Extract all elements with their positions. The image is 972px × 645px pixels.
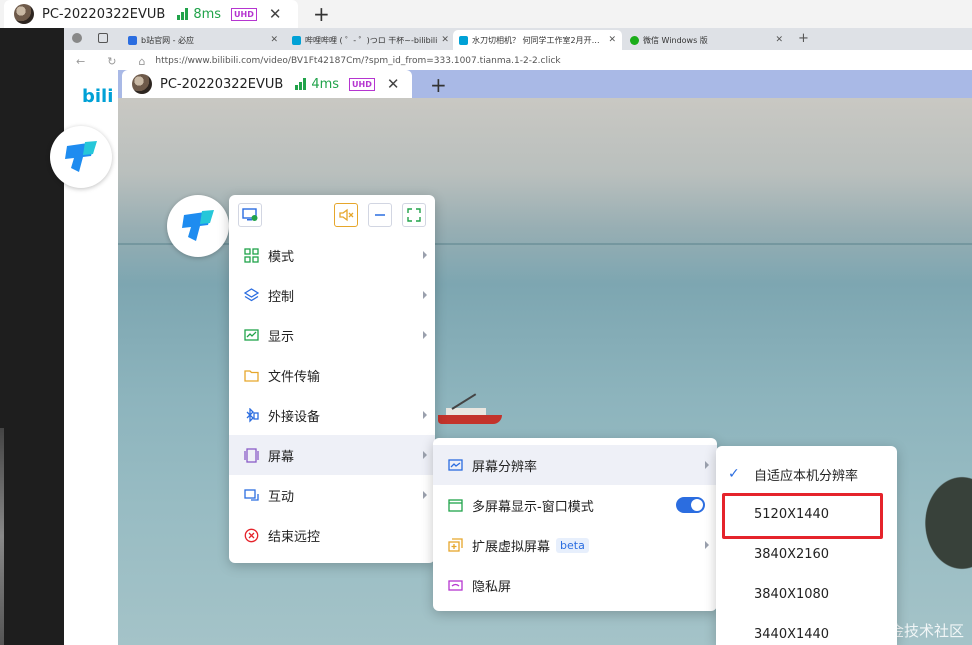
- close-icon[interactable]: ✕: [387, 75, 400, 93]
- layers-icon: [243, 287, 259, 303]
- avatar: [132, 74, 152, 94]
- browser-tab[interactable]: 哔哩哔哩 ( ゜- ゜)つロ 干杯~-bilibili ✕: [286, 30, 451, 50]
- menu-item-screen[interactable]: 屏幕: [229, 435, 435, 475]
- todesk-logo-icon: [182, 210, 214, 241]
- bilibili-icon: [459, 35, 468, 45]
- menu-item-privacy-screen[interactable]: 隐私屏: [433, 565, 717, 605]
- inner-tab-bar: PC-20220322EVUB 4ms UHD ✕ +: [118, 70, 972, 98]
- browser-tab[interactable]: b站官网 - 必应 ✕: [122, 30, 284, 50]
- screen-icon: [243, 447, 259, 463]
- uhd-badge: UHD: [231, 7, 257, 21]
- check-icon: ✓: [728, 466, 740, 482]
- bilibili-icon: [292, 35, 301, 45]
- ping-value: 8ms: [193, 6, 222, 22]
- profile-icon[interactable]: [72, 33, 82, 43]
- window-mode-toggle[interactable]: [676, 497, 705, 513]
- session-title: PC-20220322EVUB: [42, 6, 166, 22]
- close-icon[interactable]: ✕: [269, 5, 282, 23]
- monitor-icon[interactable]: [238, 203, 262, 227]
- avatar: [14, 4, 34, 24]
- privacy-icon: [447, 577, 463, 593]
- browser-tab-active[interactable]: 水刀切相机？ 何同学工作室2月开… ✕: [453, 30, 622, 50]
- chevron-right-icon: [423, 451, 427, 459]
- stop-icon: [243, 527, 259, 543]
- session-title: PC-20220322EVUB: [160, 76, 284, 92]
- menu-item-file-transfer[interactable]: 文件传输: [229, 355, 435, 395]
- home-icon[interactable]: ⌂: [138, 55, 145, 68]
- uhd-badge: UHD: [349, 77, 375, 91]
- browser-tab-strip: b站官网 - 必应 ✕ 哔哩哔哩 ( ゜- ゜)つロ 干杯~-bilibili ✕ …: [64, 28, 972, 50]
- chevron-right-icon: [423, 411, 427, 419]
- beta-badge: beta: [556, 537, 589, 553]
- menu-item-control[interactable]: 控制: [229, 275, 435, 315]
- outer-tab-bar: PC-20220322EVUB 8ms UHD ✕ +: [0, 0, 972, 28]
- chevron-right-icon: [423, 491, 427, 499]
- outer-session-tab[interactable]: PC-20220322EVUB 8ms UHD ✕: [4, 0, 298, 28]
- resolution-option-3840x1080[interactable]: 3840X1080: [716, 574, 897, 614]
- menu-item-display[interactable]: 显示: [229, 315, 435, 355]
- desktop-edge: [0, 28, 64, 645]
- fullscreen-icon[interactable]: [402, 203, 426, 227]
- minimize-icon[interactable]: [368, 203, 392, 227]
- menu-item-end-remote[interactable]: 结束远控: [229, 515, 435, 555]
- bilibili-logo: bili: [82, 86, 114, 107]
- extend-icon: [447, 537, 463, 553]
- menu-toolbar: [229, 195, 435, 235]
- screen-submenu: 屏幕分辨率 多屏幕显示-窗口模式 扩展虚拟屏幕 beta 隐私屏: [433, 438, 717, 611]
- new-tab-icon[interactable]: +: [798, 31, 809, 46]
- menu-item-mode[interactable]: 模式: [229, 235, 435, 275]
- remote-logo-button[interactable]: [167, 195, 229, 257]
- ping-value: 4ms: [311, 76, 340, 92]
- todesk-logo-icon: [65, 141, 97, 172]
- bluetooth-icon: [243, 407, 259, 423]
- chevron-right-icon: [423, 251, 427, 259]
- browser-tab[interactable]: 微信 Windows 版 ✕: [624, 30, 789, 50]
- resolution-option-3840x2160[interactable]: 3840X2160: [716, 534, 897, 574]
- coastline-image: [898, 443, 972, 603]
- new-tab-icon[interactable]: +: [313, 4, 330, 24]
- ship-image: [438, 393, 502, 424]
- chevron-right-icon: [423, 331, 427, 339]
- menu-item-interaction[interactable]: 互动: [229, 475, 435, 515]
- resolution-option-adaptive[interactable]: ✓ 自适应本机分辨率: [716, 454, 897, 494]
- window-icon: [447, 497, 463, 513]
- resolution-icon: [447, 457, 463, 473]
- menu-item-external-devices[interactable]: 外接设备: [229, 395, 435, 435]
- bing-icon: [128, 35, 137, 45]
- folder-icon: [243, 367, 259, 383]
- display-icon: [243, 327, 259, 343]
- chat-icon: [243, 487, 259, 503]
- highlight-annotation-box: [722, 493, 883, 539]
- chevron-right-icon: [705, 541, 709, 549]
- wechat-icon: [630, 35, 639, 45]
- resolution-submenu: ✓ 自适应本机分辨率 5120X1440 3840X2160 3840X1080…: [716, 446, 897, 645]
- menu-item-multi-screen-window[interactable]: 多屏幕显示-窗口模式: [433, 485, 717, 525]
- resolution-option-3440x1440[interactable]: 3440X1440: [716, 614, 897, 645]
- remote-logo-button[interactable]: [50, 126, 112, 188]
- menu-item-extend-virtual-screen[interactable]: 扩展虚拟屏幕 beta: [433, 525, 717, 565]
- back-icon[interactable]: ←: [76, 55, 85, 68]
- signal-icon: [177, 8, 189, 20]
- signal-icon: [295, 78, 307, 90]
- inner-session-tab[interactable]: PC-20220322EVUB 4ms UHD ✕: [122, 70, 412, 98]
- chevron-right-icon: [705, 461, 709, 469]
- chevron-right-icon: [423, 291, 427, 299]
- mute-icon[interactable]: [334, 203, 358, 227]
- reload-icon[interactable]: ↻: [107, 55, 116, 68]
- grid-icon: [243, 247, 259, 263]
- new-tab-icon[interactable]: +: [430, 75, 447, 95]
- menu-item-resolution[interactable]: 屏幕分辨率: [433, 445, 717, 485]
- remote-control-menu: 模式 控制 显示 文件传输 外接设备 屏幕 互动 结束远控: [229, 195, 435, 563]
- address-bar[interactable]: https://www.bilibili.com/video/BV1Ft4218…: [155, 56, 560, 66]
- tab-actions-icon[interactable]: [98, 33, 108, 43]
- browser-toolbar: ← ↻ ⌂ https://www.bilibili.com/video/BV1…: [64, 50, 972, 72]
